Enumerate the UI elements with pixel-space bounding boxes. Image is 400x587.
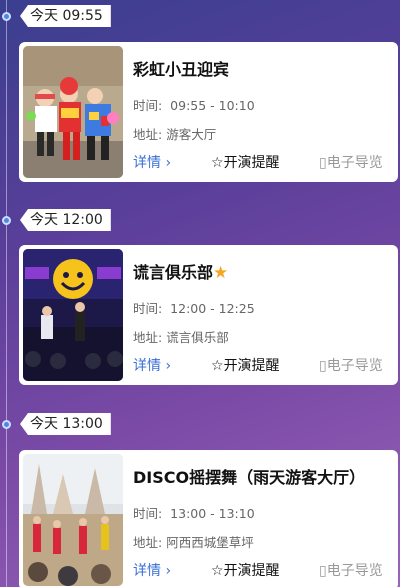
- event-time: 时间: 13:00 - 13:10: [133, 506, 255, 521]
- star-icon: ★: [213, 263, 229, 283]
- detail-link[interactable]: 详情 ›: [133, 355, 171, 375]
- remind-button[interactable]: ☆开演提醒: [211, 152, 280, 172]
- event-address: 地址: 游客大厅: [133, 127, 217, 142]
- time-row: 今天 09:55: [0, 5, 400, 27]
- event-time: 时间: 12:00 - 12:25: [133, 301, 255, 316]
- event-section: 今天 12:00 谎言俱乐部★ 时间: 12:00 - 12:25 地址: 谎言…: [0, 209, 400, 385]
- timeline-dot: [2, 216, 11, 225]
- guide-button[interactable]: ▯电子导览: [319, 152, 383, 172]
- event-title: DISCO摇摆舞（雨天游客大厅）: [133, 468, 366, 487]
- event-card[interactable]: 彩虹小丑迎宾 时间: 09:55 - 10:10 地址: 游客大厅 详情 › ☆…: [19, 42, 398, 182]
- timeline-dot: [2, 12, 11, 21]
- event-section: 今天 13:00 DISCO摇摆舞（雨天游客大厅） 时间: 13:00 - 13…: [0, 413, 400, 587]
- chevron-right-icon: ›: [165, 155, 172, 171]
- event-title: 彩虹小丑迎宾: [133, 60, 230, 79]
- star-outline-icon: ☆: [211, 155, 224, 171]
- detail-link[interactable]: 详情 ›: [133, 560, 171, 580]
- timeline-dot: [2, 420, 11, 429]
- event-thumbnail[interactable]: [23, 454, 123, 586]
- time-tag: 今天 12:00: [20, 209, 111, 231]
- timeline-line: [6, 0, 7, 587]
- chevron-right-icon: ›: [165, 563, 172, 579]
- event-actions: 详情 › ☆开演提醒 ▯电子导览: [133, 152, 395, 172]
- time-tag: 今天 09:55: [20, 5, 111, 27]
- event-thumbnail[interactable]: [23, 46, 123, 178]
- detail-link[interactable]: 详情 ›: [133, 152, 171, 172]
- event-card[interactable]: 谎言俱乐部★ 时间: 12:00 - 12:25 地址: 谎言俱乐部 详情 › …: [19, 245, 398, 385]
- event-time: 时间: 09:55 - 10:10: [133, 98, 255, 113]
- event-card[interactable]: DISCO摇摆舞（雨天游客大厅） 时间: 13:00 - 13:10 地址: 阿…: [19, 450, 398, 587]
- chevron-right-icon: ›: [165, 358, 172, 374]
- event-actions: 详情 › ☆开演提醒 ▯电子导览: [133, 355, 395, 375]
- remind-button[interactable]: ☆开演提醒: [211, 355, 280, 375]
- guide-button[interactable]: ▯电子导览: [319, 355, 383, 375]
- event-address: 地址: 阿西西城堡草坪: [133, 535, 254, 550]
- star-outline-icon: ☆: [211, 358, 224, 374]
- star-outline-icon: ☆: [211, 563, 224, 579]
- map-icon: ▯: [319, 563, 327, 579]
- map-icon: ▯: [319, 155, 327, 171]
- event-actions: 详情 › ☆开演提醒 ▯电子导览: [133, 560, 395, 580]
- event-section: 今天 09:55 彩虹小丑迎宾 时间: 09:55 - 10:10 地址: 游客…: [0, 5, 400, 182]
- event-title: 谎言俱乐部★: [133, 263, 229, 283]
- time-row: 今天 13:00: [0, 413, 400, 435]
- guide-button[interactable]: ▯电子导览: [319, 560, 383, 580]
- time-row: 今天 12:00: [0, 209, 400, 231]
- map-icon: ▯: [319, 358, 327, 374]
- time-tag: 今天 13:00: [20, 413, 111, 435]
- remind-button[interactable]: ☆开演提醒: [211, 560, 280, 580]
- event-thumbnail[interactable]: [23, 249, 123, 381]
- event-address: 地址: 谎言俱乐部: [133, 330, 229, 345]
